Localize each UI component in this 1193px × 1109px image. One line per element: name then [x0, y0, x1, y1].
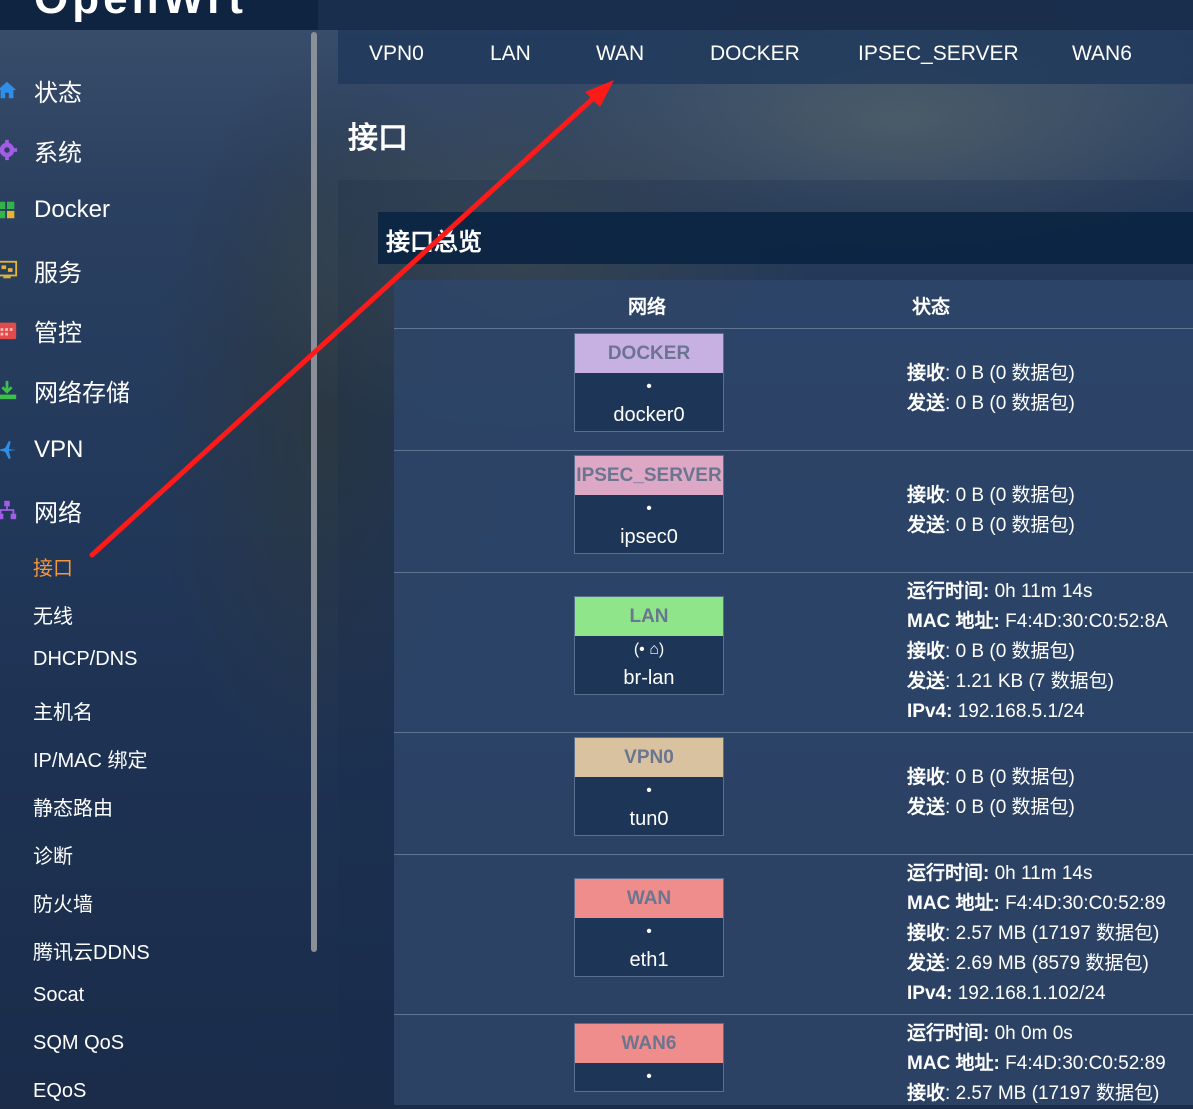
tab-wan[interactable]: WAN — [596, 42, 644, 66]
bridge-ports-icon: (• ⌂) — [633, 641, 665, 658]
interface-device: docker0 — [613, 404, 685, 426]
grid-icon — [0, 201, 15, 219]
sidebar-item-control[interactable]: 管控 — [0, 310, 300, 350]
interface-status: 接收: 0 B (0 数据包) 发送: 0 B (0 数据包) — [907, 485, 1075, 536]
calendar-icon — [0, 322, 17, 340]
sidebar-sub-diagnostics[interactable]: 诊断 — [33, 840, 73, 869]
interface-box-ipsec-server[interactable]: IPSEC_SERVER • ipsec0 — [574, 455, 724, 554]
interface-status: 运行时间: 0h 11m 14s MAC 地址: F4:4D:30:C0:52:… — [907, 863, 1166, 1004]
sidebar-scrollbar[interactable] — [311, 32, 317, 952]
sidebar-sub-eqos[interactable]: EQoS — [33, 1080, 86, 1103]
sidebar-item-docker[interactable]: Docker — [0, 190, 300, 230]
interface-name: LAN — [575, 597, 723, 636]
sidebar-item-nas[interactable]: 网络存储 — [0, 370, 300, 410]
ethernet-port-icon: • — [646, 782, 652, 799]
sidebar-item-network[interactable]: 网络 — [0, 490, 300, 530]
sidebar-item-label: 网络存储 — [34, 379, 130, 407]
sidebar-item-label: VPN — [34, 436, 84, 463]
sidebar-item-system[interactable]: 系统 — [0, 130, 300, 170]
header-bar — [318, 0, 1193, 30]
sidebar-item-label: 网络 — [34, 499, 82, 527]
home-icon — [0, 81, 17, 99]
row-divider — [394, 1014, 1193, 1015]
interface-device: eth1 — [629, 949, 669, 971]
logo-bar: OpenWrt — [0, 0, 318, 30]
tab-docker[interactable]: DOCKER — [710, 42, 800, 66]
interface-device: ipsec0 — [620, 526, 678, 548]
interface-name: DOCKER — [575, 334, 723, 373]
logo[interactable]: OpenWrt — [34, 0, 247, 24]
sidebar-sub-sqm-qos[interactable]: SQM QoS — [33, 1032, 124, 1055]
interface-status: 接收: 0 B (0 数据包) 发送: 0 B (0 数据包) — [907, 767, 1075, 818]
row-divider — [394, 450, 1193, 451]
tab-wan6[interactable]: WAN6 — [1072, 42, 1132, 66]
sidebar-sub-interfaces[interactable]: 接口 — [33, 552, 73, 581]
sidebar-sub-hostnames[interactable]: 主机名 — [33, 696, 93, 725]
sidebar-sub-firewall[interactable]: 防火墙 — [33, 888, 93, 917]
row-divider — [394, 732, 1193, 733]
tab-vpn0[interactable]: VPN0 — [369, 42, 424, 66]
vpn-icon — [0, 440, 17, 460]
interface-box-wan6[interactable]: WAN6 • — [574, 1023, 724, 1092]
ethernet-port-icon: • — [646, 378, 652, 395]
interface-status: 运行时间: 0h 11m 14s MAC 地址: F4:4D:30:C0:52:… — [907, 581, 1168, 722]
gear-icon — [0, 139, 18, 161]
sidebar: 状态 系统 Docker 服务 管控 网络存储 VPN 网络 接口 无线 DHC… — [0, 30, 318, 1105]
interface-name: VPN0 — [575, 738, 723, 777]
ethernet-port-icon: • — [646, 500, 652, 517]
interface-name: WAN — [575, 879, 723, 918]
interface-box-lan[interactable]: LAN (• ⌂) br-lan — [574, 596, 724, 695]
interface-status: 接收: 0 B (0 数据包) 发送: 0 B (0 数据包) — [907, 363, 1075, 414]
sidebar-item-label: 服务 — [34, 259, 82, 287]
section-title-bar: 接口总览 — [378, 212, 1193, 264]
interface-table: 网络 状态 DOCKER • docker0 接收: 0 B (0 数据包) 发… — [394, 280, 1193, 1105]
sidebar-sub-socat[interactable]: Socat — [33, 984, 84, 1007]
row-divider — [394, 854, 1193, 855]
interface-tabs: VPN0 LAN WAN DOCKER IPSEC_SERVER WAN6 — [338, 30, 1193, 84]
interface-box-docker[interactable]: DOCKER • docker0 — [574, 333, 724, 432]
sidebar-item-label: 系统 — [34, 139, 82, 167]
sidebar-sub-static-routes[interactable]: 静态路由 — [33, 792, 113, 821]
ethernet-port-icon: • — [646, 1068, 652, 1085]
sidebar-item-services[interactable]: 服务 — [0, 250, 300, 290]
sidebar-sub-ip-mac-binding[interactable]: IP/MAC 绑定 — [33, 744, 147, 773]
column-header-network: 网络 — [628, 297, 667, 318]
row-divider — [394, 572, 1193, 573]
sidebar-item-vpn[interactable]: VPN — [0, 430, 300, 470]
tab-ipsec-server[interactable]: IPSEC_SERVER — [858, 42, 1019, 66]
sidebar-sub-wireless[interactable]: 无线 — [33, 600, 73, 629]
sidebar-item-label: 管控 — [34, 319, 82, 347]
sidebar-sub-tencent-ddns[interactable]: 腾讯云DDNS — [33, 936, 150, 965]
interface-box-vpn0[interactable]: VPN0 • tun0 — [574, 737, 724, 836]
interface-box-wan[interactable]: WAN • eth1 — [574, 878, 724, 977]
section-title: 接口总览 — [386, 229, 482, 256]
sidebar-sub-dhcp-dns[interactable]: DHCP/DNS — [33, 648, 137, 671]
sidebar-item-status[interactable]: 状态 — [0, 70, 300, 110]
row-divider — [394, 328, 1193, 329]
ethernet-port-icon: • — [646, 923, 652, 940]
interface-status: 运行时间: 0h 0m 0s MAC 地址: F4:4D:30:C0:52:89… — [907, 1023, 1166, 1104]
column-header-status: 状态 — [912, 297, 951, 318]
sidebar-item-label: Docker — [34, 196, 111, 223]
tab-lan[interactable]: LAN — [490, 42, 531, 66]
interface-name: WAN6 — [575, 1024, 723, 1063]
interface-name: IPSEC_SERVER — [575, 456, 723, 495]
interface-device: br-lan — [623, 667, 675, 689]
page-title: 接口 — [348, 122, 408, 155]
interface-device: tun0 — [629, 808, 669, 830]
download-icon — [0, 380, 17, 400]
services-icon — [0, 260, 18, 279]
network-icon — [0, 500, 17, 520]
sidebar-item-label: 状态 — [34, 79, 82, 107]
